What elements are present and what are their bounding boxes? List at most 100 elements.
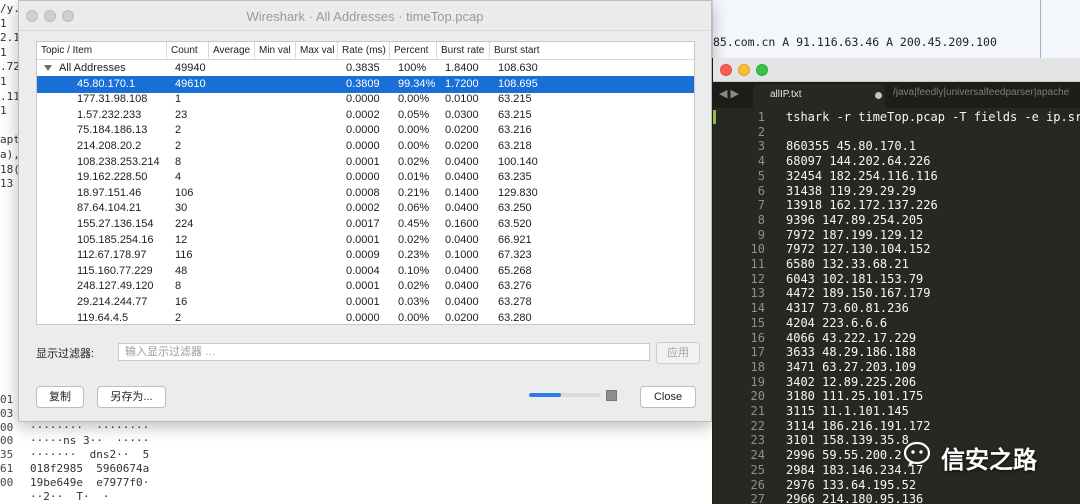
cell-percent: 0.01%	[398, 171, 430, 184]
cell-percent: 0.02%	[398, 155, 430, 168]
hex-dump-offset: 61	[0, 462, 14, 475]
cell-rate: 0.0000	[346, 311, 380, 324]
copy-button[interactable]: 复制	[36, 386, 84, 408]
line-number: 2	[757, 124, 765, 139]
cell-burst-start: 63.215	[498, 93, 532, 106]
column-header-average[interactable]: Average	[209, 42, 255, 60]
cell-burst-rate: 0.0400	[445, 233, 479, 246]
column-header-min[interactable]: Min val	[255, 42, 296, 60]
cell-item: 112.67.178.97	[77, 249, 147, 262]
wechat-icon	[904, 441, 931, 467]
table-row[interactable]: 29.214.244.77 16 0.0001 0.03% 0.0400 63.278	[37, 294, 694, 311]
cell-rate: 0.0000	[346, 171, 380, 184]
statistics-table[interactable]: Topic / Item Count Average Min val Max v…	[36, 41, 695, 325]
cell-item: 87.64.104.21	[77, 202, 142, 215]
code-line: 11 6580 132.33.68.21	[713, 257, 1080, 272]
cell-burst-rate: 0.0300	[445, 108, 479, 121]
background-text-fragment: /y.	[0, 2, 20, 15]
progress-fill	[529, 393, 562, 397]
save-as-button[interactable]: 另存为...	[97, 386, 166, 408]
table-row[interactable]: 155.27.136.154 224 0.0017 0.45% 0.1600 63.520	[37, 216, 694, 233]
hex-dump-text: ·····ns 3·· ·····	[30, 434, 150, 448]
line-text: 68097 144.202.64.226	[786, 154, 931, 169]
cell-burst-start: 63.218	[498, 140, 532, 152]
cell-rate: 0.0001	[346, 296, 380, 308]
table-row[interactable]: 112.67.178.97 116 0.0009 0.23% 0.1000 67.323	[37, 247, 694, 264]
table-row[interactable]: 108.238.253.214 8 0.0001 0.02% 0.0400 100.140	[37, 154, 694, 171]
stop-icon[interactable]	[606, 390, 617, 401]
cell-burst-start: 63.520	[498, 218, 532, 230]
code-line: 4 68097 144.202.64.226	[713, 154, 1080, 169]
table-row[interactable]: 177.31.98.108 1 0.0000 0.00% 0.0100 63.215	[37, 91, 694, 108]
line-number: 8	[757, 212, 765, 227]
editor-close-icon[interactable]	[720, 64, 732, 76]
table-row[interactable]: 105.185.254.16 12 0.0001 0.02% 0.0400 66.921	[37, 232, 694, 249]
code-line: 8 9396 147.89.254.205	[713, 213, 1080, 228]
tab-nav-arrows-icon[interactable]: ◀ ▶	[719, 87, 739, 100]
table-row[interactable]: 18.97.151.46 106 0.0008 0.21% 0.1400 129.830	[37, 185, 694, 202]
line-text: 4066 43.222.17.229	[786, 330, 917, 345]
background-text-fragment: 2.1	[0, 31, 20, 45]
table-row[interactable]: 1.57.232.233 23 0.0002 0.05% 0.0300 63.215	[37, 107, 694, 124]
cell-item: All Addresses	[59, 62, 126, 74]
close-button[interactable]: Close	[640, 386, 696, 408]
column-header-rate[interactable]: Rate (ms)	[338, 42, 390, 60]
column-header-burst-start[interactable]: Burst start	[490, 42, 694, 60]
table-row[interactable]: 119.64.4.5 2 0.0000 0.00% 0.0200 63.280	[37, 310, 694, 324]
cell-percent: 0.00%	[398, 311, 430, 324]
disclosure-triangle-icon[interactable]	[44, 65, 52, 71]
background-text-fragment: 1	[0, 45, 7, 59]
cell-rate: 0.0009	[346, 249, 380, 262]
cell-burst-rate: 0.1400	[445, 186, 479, 199]
line-text: 7972 187.199.129.12	[786, 227, 924, 242]
code-line: 12 6043 102.181.153.79	[713, 272, 1080, 287]
column-header-count[interactable]: Count	[167, 42, 209, 60]
cell-item: 119.64.4.5	[77, 311, 129, 324]
line-number: 21	[750, 404, 765, 418]
column-header-percent[interactable]: Percent	[390, 42, 437, 60]
table-row[interactable]: 115.160.77.229 48 0.0004 0.10% 0.0400 65.268	[37, 263, 694, 280]
table-row[interactable]: 45.80.170.1 49610 0.3809 99.34% 1.7200 108.69…	[37, 75, 694, 93]
cell-percent: 0.02%	[398, 280, 430, 293]
table-row[interactable]: All Addresses 49940 0.3835 100% 1.8400 108.63…	[37, 60, 694, 77]
table-row[interactable]: 19.162.228.50 4 0.0000 0.01% 0.0400 63.235	[37, 169, 694, 186]
table-row[interactable]: 214.208.20.2 2 0.0000 0.00% 0.0200 63.218	[37, 138, 694, 155]
cell-rate: 0.0017	[346, 218, 380, 230]
apply-filter-button[interactable]: 应用	[656, 342, 700, 364]
cell-burst-start: 63.280	[498, 311, 532, 324]
line-number: 19	[750, 374, 765, 389]
table-row[interactable]: 248.127.49.120 8 0.0001 0.02% 0.0400 63.276	[37, 278, 694, 295]
cell-count: 1	[175, 93, 182, 106]
line-number: 17	[750, 345, 765, 360]
editor-minimize-icon[interactable]	[738, 64, 750, 76]
cell-burst-rate: 0.0200	[445, 311, 479, 324]
editor-zoom-icon[interactable]	[756, 64, 768, 76]
code-line: 26 2976 133.64.195.52	[713, 478, 1080, 493]
cell-item: 45.80.170.1	[77, 77, 136, 90]
tab-other-file[interactable]: /java|feedly|universalfeedparser|apache	[893, 87, 1080, 98]
tab-allip[interactable]: allIP.txt	[753, 84, 885, 108]
line-number: 18	[750, 359, 765, 374]
column-header-topic[interactable]: Topic / Item	[37, 42, 167, 60]
cell-burst-start: 66.921	[498, 233, 532, 246]
line-text: 31438 119.29.29.29	[786, 183, 917, 198]
editor-titlebar[interactable]	[713, 58, 1080, 82]
cell-count: 224	[175, 218, 194, 230]
cell-count: 8	[175, 155, 182, 168]
cell-burst-rate: 0.0400	[445, 264, 479, 277]
cell-count: 116	[175, 249, 193, 262]
column-header-max[interactable]: Max val	[296, 42, 338, 60]
table-row[interactable]: 75.184.186.13 2 0.0000 0.00% 0.0200 63.216	[37, 122, 694, 139]
window-titlebar[interactable]: Wireshark · All Addresses · timeTop.pcap	[19, 1, 711, 31]
table-row[interactable]: 87.64.104.21 30 0.0002 0.06% 0.0400 63.250	[37, 200, 694, 217]
column-header-burst-rate[interactable]: Burst rate	[437, 42, 490, 60]
background-terminal-text: 85.com.cn A 91.116.63.46 A 200.45.209.10…	[713, 35, 997, 49]
cell-item: 1.57.232.233	[77, 108, 142, 121]
cell-item: 105.185.254.16	[77, 233, 154, 246]
unsaved-dot-icon[interactable]	[875, 92, 882, 99]
cell-count: 49940	[175, 62, 206, 74]
display-filter-input[interactable]: 输入显示过滤器 …	[118, 343, 650, 361]
line-number: 13	[750, 286, 765, 301]
cell-item: 155.27.136.154	[77, 218, 154, 230]
line-number: 27	[750, 492, 765, 504]
